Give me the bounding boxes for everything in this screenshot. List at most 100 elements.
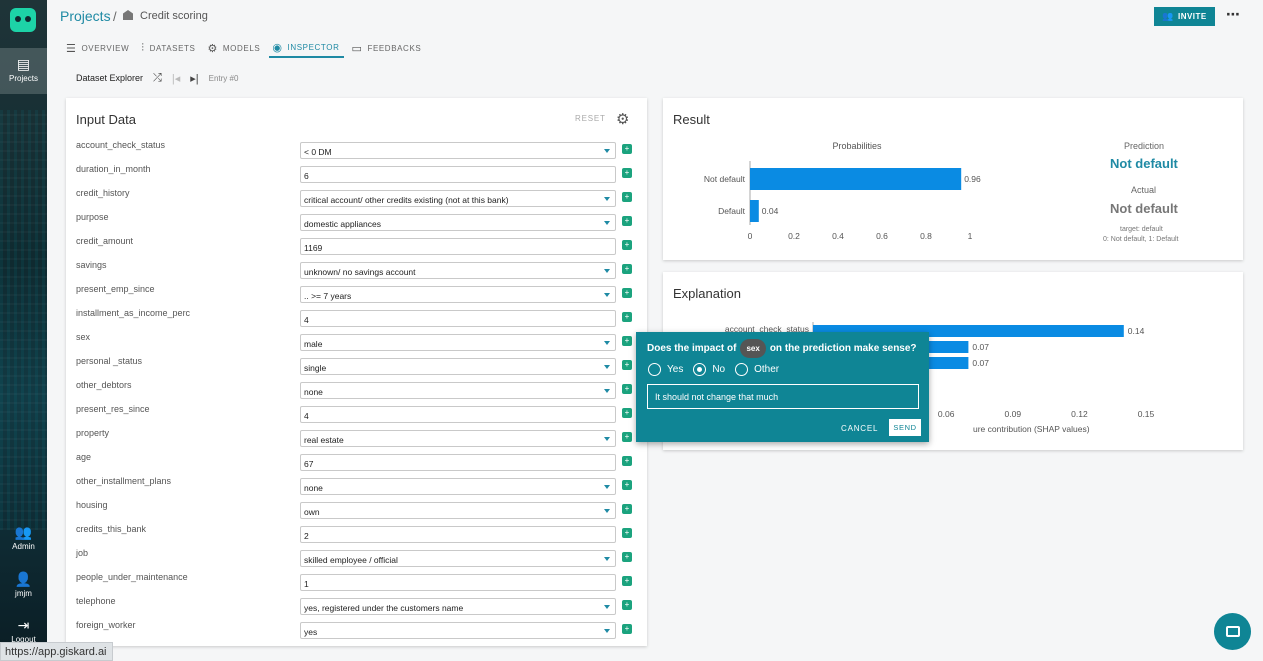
field-select[interactable]: < 0 DM [300,142,616,159]
tab-inspector[interactable]: ◉ INSPECTOR [269,38,345,58]
input-row: property real estate + [76,428,636,448]
sidebar-item-label: jmjm [15,589,32,598]
add-feedback-icon[interactable]: + [622,576,632,586]
add-feedback-icon[interactable]: + [622,432,632,442]
add-feedback-icon[interactable]: + [622,504,632,514]
field-input[interactable]: 4 [300,406,616,423]
add-feedback-icon[interactable]: + [622,480,632,490]
tab-overview[interactable]: ☰ OVERVIEW [63,38,134,58]
chevron-down-icon [604,293,610,297]
option-other-radio[interactable]: Other [735,363,779,376]
add-feedback-icon[interactable]: + [622,336,632,346]
add-feedback-icon[interactable]: + [622,216,632,226]
tab-label: DATASETS [149,43,196,53]
add-feedback-icon[interactable]: + [622,360,632,370]
cancel-button[interactable]: CANCEL [841,424,878,433]
add-feedback-icon[interactable]: + [622,192,632,202]
x-tick-label: 0.4 [832,231,844,241]
chevron-down-icon [604,269,610,273]
tab-feedbacks[interactable]: ▭ FEEDBACKS [348,38,426,58]
input-row: credits_this_bank 2 + [76,524,636,544]
input-row: foreign_worker yes + [76,620,636,640]
field-input[interactable]: 6 [300,166,616,183]
settings-gear-icon[interactable]: ⚙ [616,110,629,128]
tab-datasets[interactable]: ⫶ DATASETS [138,38,200,58]
field-input[interactable]: 2 [300,526,616,543]
reset-button[interactable]: RESET [575,114,606,123]
x-tick-label: 1 [968,231,973,241]
giskard-logo-icon[interactable] [10,8,36,32]
field-select[interactable]: unknown/ no savings account [300,262,616,279]
list-icon: ☰ [66,42,77,55]
add-feedback-icon[interactable]: + [622,312,632,322]
field-select[interactable]: .. >= 7 years [300,286,616,303]
field-input[interactable]: 67 [300,454,616,471]
invite-button[interactable]: 👥 INVITE [1154,7,1215,26]
tab-models[interactable]: ⚙ MODELS [204,38,265,58]
add-feedback-icon[interactable]: + [622,624,632,634]
target-note: target: default [1120,226,1163,233]
input-data-card: Input Data RESET ⚙ account_check_status <… [66,98,647,646]
add-feedback-icon[interactable]: + [622,288,632,298]
invite-label: INVITE [1177,12,1207,21]
add-feedback-icon[interactable]: + [622,168,632,178]
actual-value: Not default [1110,201,1178,216]
add-feedback-icon[interactable]: + [622,528,632,538]
shuffle-icon[interactable]: ⤮ [153,72,162,85]
sidebar-item-logout[interactable]: ⇥ Logout [0,617,47,644]
field-select[interactable]: yes, registered under the customers name [300,598,616,615]
field-select[interactable]: none [300,382,616,399]
input-row: present_emp_since .. >= 7 years + [76,284,636,304]
value-label: 0.07 [972,358,989,368]
more-menu-button[interactable]: ⋯ [1226,6,1241,23]
breadcrumb-projects-link[interactable]: Projects [60,8,111,24]
field-input[interactable]: 1 [300,574,616,591]
sidebar-item-projects[interactable]: ▤ Projects [0,48,47,94]
option-no-radio[interactable]: No [693,363,725,376]
chevron-down-icon [604,197,610,201]
input-row: installment_as_income_perc 4 + [76,308,636,328]
option-label: Yes [667,364,684,375]
send-button[interactable]: SEND [889,419,921,436]
add-feedback-icon[interactable]: + [622,552,632,562]
probability-bar [750,168,962,190]
sidebar-item-user[interactable]: 👤 jmjm [0,571,47,598]
x-tick-label: 0.8 [920,231,932,241]
field-input[interactable]: 4 [300,310,616,327]
comment-icon: ▭ [351,42,363,55]
field-label: purpose [76,212,109,222]
chevron-down-icon [604,485,610,489]
add-feedback-icon[interactable]: + [622,384,632,394]
option-yes-radio[interactable]: Yes [648,363,683,376]
previous-entry-icon[interactable]: |◂ [172,72,180,85]
add-feedback-icon[interactable]: + [622,240,632,250]
add-feedback-icon[interactable]: + [622,144,632,154]
x-tick-label: 0.06 [938,409,955,419]
inspector-icon: ◉ [272,41,283,54]
sidebar-item-admin[interactable]: 👥 Admin [0,524,47,551]
add-feedback-icon[interactable]: + [622,408,632,418]
field-select[interactable]: critical account/ other credits existing… [300,190,616,207]
tab-label: OVERVIEW [81,43,130,53]
chevron-down-icon [604,437,610,441]
field-select[interactable]: skilled employee / official [300,550,616,567]
feedback-text-input[interactable]: It should not change that much [647,384,919,409]
field-select[interactable]: none [300,478,616,495]
next-entry-icon[interactable]: ▸| [190,72,198,85]
field-select[interactable]: yes [300,622,616,639]
chat-button[interactable] [1214,613,1251,650]
field-input[interactable]: 1169 [300,238,616,255]
probabilities-chart: Probabilities Not default 0.96 Default 0.04… [704,141,981,241]
field-select[interactable]: male [300,334,616,351]
add-feedback-icon[interactable]: + [622,600,632,610]
field-select[interactable]: real estate [300,430,616,447]
field-label: duration_in_month [76,164,151,174]
field-select[interactable]: domestic appliances [300,214,616,231]
add-feedback-icon[interactable]: + [622,264,632,274]
x-tick-label: 0.6 [876,231,888,241]
field-select[interactable]: own [300,502,616,519]
field-select[interactable]: single [300,358,616,375]
radio-checked-icon [693,363,707,376]
add-feedback-icon[interactable]: + [622,456,632,466]
project-home-icon [123,10,133,20]
